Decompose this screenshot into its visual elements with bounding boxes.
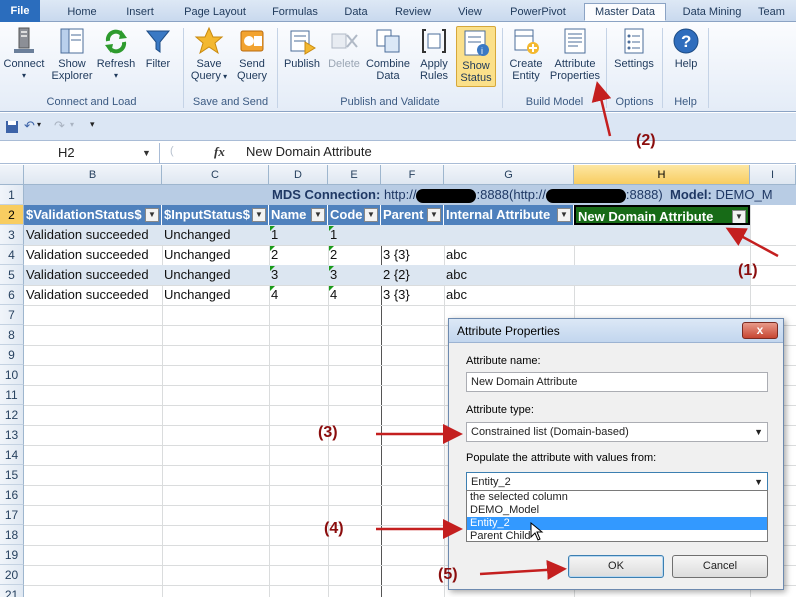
arrow-5 bbox=[479, 559, 567, 580]
arrow-2 bbox=[591, 81, 612, 137]
callout-1: (1) bbox=[738, 262, 758, 279]
callout-3: (3) bbox=[318, 424, 338, 441]
callout-5: (5) bbox=[438, 566, 458, 583]
annotation-arrows bbox=[376, 81, 779, 580]
callout-4: (4) bbox=[324, 520, 344, 537]
arrow-1 bbox=[725, 227, 779, 258]
callout-2: (2) bbox=[636, 132, 656, 149]
